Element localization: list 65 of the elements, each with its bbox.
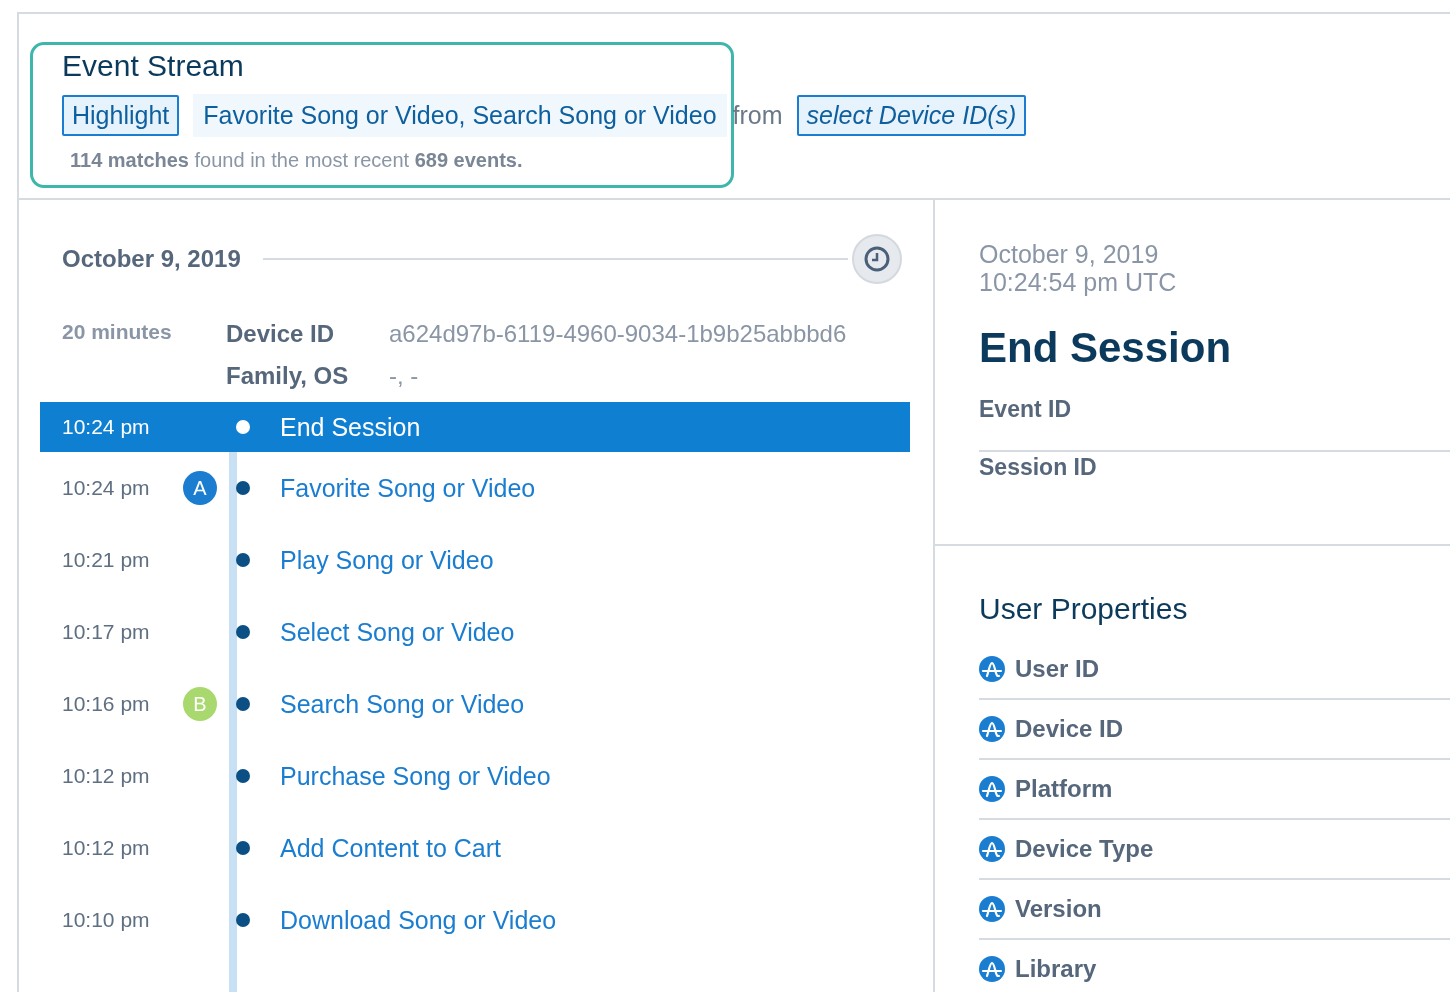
amplitude-logo-icon	[979, 836, 1005, 862]
event-date: October 9, 2019	[979, 240, 1160, 268]
event-row[interactable]: 10:12 pm Purchase Song or Video	[40, 740, 910, 812]
match-summary: 114 matches found in the most recent 689 events.	[70, 149, 524, 172]
user-property-label: Version	[1015, 895, 1102, 923]
event-time: 10:17 pm	[61, 620, 151, 644]
event-row[interactable]: 10:17 pm Select Song or Video	[40, 596, 910, 668]
user-property-label: Library	[1015, 955, 1097, 983]
event-row[interactable]: 10:16 pm B Search Song or Video	[40, 668, 910, 740]
amplitude-logo-icon	[979, 716, 1005, 742]
highlight-button[interactable]: Highlight	[62, 95, 180, 136]
highlight-badge: B	[183, 687, 217, 721]
section-title: User Properties	[979, 592, 1189, 626]
timeline-dot	[236, 913, 250, 927]
event-time: 10:12 pm	[61, 764, 151, 788]
event-name: Select Song or Video	[280, 617, 515, 647]
user-property-label: Platform	[1015, 775, 1113, 803]
meta-label: Device ID	[226, 320, 336, 349]
event-field-label: Session ID	[979, 453, 1098, 482]
event-time: 10:24 pm	[61, 415, 151, 439]
timeline-dot	[236, 481, 250, 495]
user-property-label: Device Type	[1015, 835, 1154, 863]
clock-icon	[863, 245, 891, 273]
event-time: 10:12 pm	[61, 836, 151, 860]
user-property-label: User ID	[1015, 655, 1100, 683]
timeline-dot	[236, 841, 250, 855]
event-time: 10:10 pm	[61, 908, 151, 932]
event-name: Purchase Song or Video	[280, 761, 551, 791]
timeline-dot	[236, 553, 250, 567]
event-row[interactable]: 10:12 pm Add Content to Cart	[40, 812, 910, 884]
event-name: Play Song or Video	[280, 545, 494, 575]
event-name: Search Song or Video	[280, 689, 525, 719]
event-row[interactable]: 10:10 pm Download Song or Video	[40, 884, 910, 956]
event-name: Add Content to Cart	[280, 833, 501, 863]
selected-event-row[interactable]: 10:24 pm End Session	[40, 402, 910, 452]
meta-label: Family, OS	[226, 362, 350, 391]
clock-button[interactable]	[852, 234, 902, 284]
timeline-dot	[236, 769, 250, 783]
amplitude-logo-icon	[979, 776, 1005, 802]
event-title: End Session	[979, 324, 1233, 372]
amplitude-logo-icon	[979, 896, 1005, 922]
amplitude-logo-icon	[979, 956, 1005, 982]
user-property-label: Device ID	[1015, 715, 1124, 743]
event-time: 10:24 pm	[61, 476, 151, 500]
event-time: 10:21 pm	[61, 548, 151, 572]
meta-value: -, -	[389, 362, 420, 391]
event-name: End Session	[280, 412, 421, 442]
page-title: Event Stream	[62, 49, 245, 83]
highlight-badge: A	[183, 471, 217, 505]
event-row[interactable]: 10:24 pm A Favorite Song or Video	[40, 452, 910, 524]
meta-value: a624d97b-6119-4960-9034-1b9b25abbbd6	[389, 320, 847, 349]
timeline-dot	[236, 625, 250, 639]
event-time: 10:16 pm	[61, 692, 151, 716]
amplitude-logo-icon	[979, 656, 1005, 682]
timeline-dot	[236, 420, 250, 434]
device-select[interactable]: select Device ID(s)	[796, 95, 1027, 136]
session-duration: 20 minutes	[62, 320, 173, 345]
timeline-dot	[236, 697, 250, 711]
event-filter-field[interactable]: Favorite Song or Video, Search Song or Video	[193, 94, 727, 137]
event-timestamp: 10:24:54 pm UTC	[979, 268, 1178, 296]
event-name: Download Song or Video	[280, 905, 557, 935]
event-row[interactable]: 10:21 pm Play Song or Video	[40, 524, 910, 596]
timeline-date: October 9, 2019	[62, 245, 241, 273]
event-field-label: Event ID	[979, 394, 1450, 452]
event-name: Favorite Song or Video	[280, 473, 536, 503]
